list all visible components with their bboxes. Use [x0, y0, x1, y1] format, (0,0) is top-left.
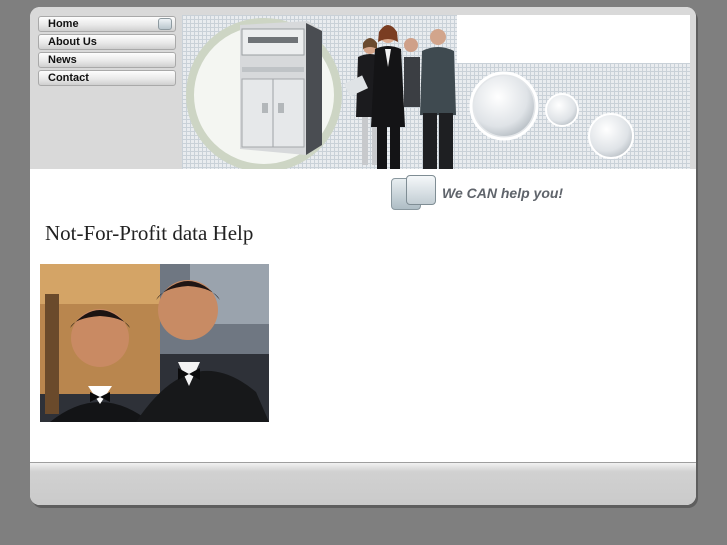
nav-item-label: Contact — [48, 72, 89, 84]
header: Home About Us News Contact — [30, 7, 696, 169]
nav-item-home[interactable]: Home — [38, 16, 176, 32]
page-title: Not-For-Profit data Help — [45, 221, 254, 245]
main-content: We CAN help you! Not-For-Profit data Hel… — [30, 169, 696, 462]
team-photo — [40, 264, 269, 422]
hero-banner — [182, 15, 690, 169]
team-photo-image — [40, 264, 269, 422]
nav-item-about-us[interactable]: About Us — [38, 34, 176, 50]
computer-tower-icon — [240, 21, 322, 155]
nav-item-label: Home — [48, 18, 79, 30]
tagline: We CAN help you! — [442, 185, 564, 201]
nav-item-label: News — [48, 54, 77, 66]
nav-item-contact[interactable]: Contact — [38, 70, 176, 86]
hero-illustration — [186, 18, 634, 169]
business-people-photo — [343, 25, 456, 169]
nav-item-label: About Us — [48, 36, 97, 48]
tagline-square-front-icon — [406, 175, 436, 205]
footer-bar — [30, 462, 696, 505]
nav-item-news[interactable]: News — [38, 52, 176, 68]
nav-active-indicator-icon — [158, 18, 172, 30]
page-frame: Home About Us News Contact We CAN help y… — [30, 7, 696, 505]
decorative-bubbles — [469, 71, 634, 159]
main-nav: Home About Us News Contact — [38, 16, 176, 88]
